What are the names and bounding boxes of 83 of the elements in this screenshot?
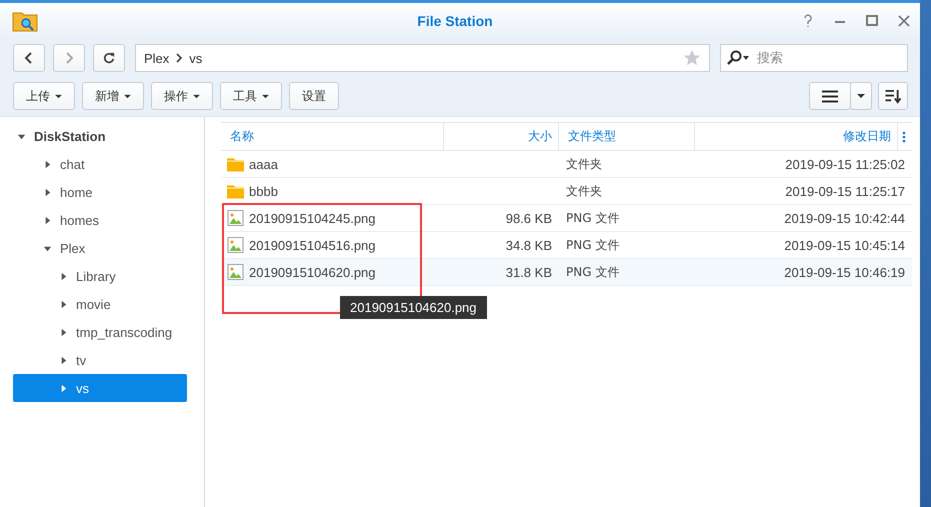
file-size: 34.8 KB <box>506 238 552 252</box>
view-dropdown-button[interactable] <box>850 82 872 110</box>
column-header[interactable]: 文件类型 <box>559 123 695 150</box>
file-type: 文件夹 <box>566 182 602 200</box>
expand-icon[interactable] <box>59 272 68 280</box>
tree-item[interactable]: tv <box>13 346 187 374</box>
folder-search-icon <box>12 10 38 32</box>
modified-date: 2019-09-15 10:45:14 <box>784 238 905 252</box>
caret-icon <box>193 94 200 98</box>
file-row[interactable]: bbbb 文件夹 2019-09-15 11:25:17 <box>221 178 912 205</box>
file-size: 98.6 KB <box>506 210 552 226</box>
refresh-icon <box>103 51 115 65</box>
expand-icon[interactable] <box>43 188 52 196</box>
folder-icon <box>227 183 244 199</box>
tree-item[interactable]: movie <box>13 290 187 318</box>
path-bar[interactable]: Plex vs <box>135 44 710 72</box>
tree-item[interactable]: Plex <box>13 234 187 262</box>
modified-date: 2019-09-15 10:46:19 <box>784 264 905 280</box>
file-name[interactable]: 20190915104516.png <box>249 238 376 252</box>
star-icon[interactable] <box>683 49 701 67</box>
modified-date: 2019-09-15 11:25:02 <box>785 156 905 172</box>
list-icon <box>821 88 839 104</box>
tooltip: 20190915104620.png <box>340 296 487 319</box>
modified-date: 2019-09-15 10:42:44 <box>784 210 905 226</box>
toolbar-button[interactable]: 新增 <box>82 82 144 110</box>
column-header[interactable]: 名称 <box>221 123 444 150</box>
path-crumb[interactable]: vs <box>189 50 202 66</box>
folder-icon <box>227 156 244 172</box>
expand-icon[interactable] <box>43 216 52 224</box>
expand-icon[interactable] <box>59 384 68 392</box>
expand-icon[interactable] <box>59 356 68 364</box>
modified-date: 2019-09-15 11:25:17 <box>785 184 905 198</box>
caret-icon <box>124 94 131 98</box>
sort-button[interactable] <box>878 82 908 110</box>
column-header[interactable]: 大小 <box>444 123 559 150</box>
tree-item[interactable]: Library <box>13 262 187 290</box>
file-row[interactable]: aaaa 文件夹 2019-09-15 11:25:02 <box>221 151 912 178</box>
caret-icon <box>55 94 62 98</box>
expand-icon[interactable] <box>43 160 52 168</box>
toolbar-button[interactable]: 工具 <box>220 82 282 110</box>
refresh-button[interactable] <box>93 44 125 72</box>
file-name[interactable]: 20190915104245.png <box>249 210 376 226</box>
sort-icon <box>884 88 902 104</box>
toolbar-button[interactable]: 上传 <box>13 82 75 110</box>
expand-icon[interactable] <box>59 300 68 308</box>
image-file-icon <box>227 237 244 253</box>
file-type: 文件夹 <box>566 156 602 172</box>
column-menu-icon[interactable] <box>902 130 906 142</box>
list-view-button[interactable] <box>809 82 851 110</box>
tree-item[interactable]: chat <box>13 150 187 178</box>
caret-icon <box>262 94 269 98</box>
file-row[interactable]: 20190915104245.png 98.6 KB PNG 文件 2019-09-15 10:42:44 <box>221 205 912 232</box>
collapse-icon[interactable] <box>43 244 52 252</box>
file-type: PNG 文件 <box>566 210 620 226</box>
selected-tree-item[interactable]: vs <box>13 374 187 402</box>
image-file-icon <box>227 210 244 226</box>
help-icon[interactable] <box>802 14 814 28</box>
collapse-icon[interactable] <box>17 132 26 140</box>
file-type: PNG 文件 <box>566 264 620 280</box>
column-header[interactable]: 修改日期 <box>695 123 898 150</box>
close-icon[interactable] <box>898 14 910 28</box>
window-title: File Station <box>416 12 493 28</box>
hovered-file-row[interactable]: 20190915104620.png 31.8 KB PNG 文件 2019-09-15 10:46:19 <box>221 259 912 286</box>
maximize-icon[interactable] <box>866 14 878 28</box>
image-file-icon <box>227 264 244 280</box>
file-name[interactable]: bbbb <box>249 184 278 198</box>
file-name[interactable]: 20190915104620.png <box>249 264 376 280</box>
tree-item[interactable]: DiskStation <box>13 122 187 150</box>
file-name[interactable]: aaaa <box>249 156 278 172</box>
search-field[interactable]: 搜索 <box>720 44 908 72</box>
expand-icon[interactable] <box>59 328 68 336</box>
toolbar-button[interactable]: 设置 <box>289 82 339 110</box>
chevron-icon <box>175 52 184 64</box>
file-type: PNG 文件 <box>566 236 620 254</box>
search-icon[interactable] <box>726 50 750 66</box>
tree-item[interactable]: home <box>13 178 187 206</box>
tree-item[interactable]: homes <box>13 206 187 234</box>
file-size: 31.8 KB <box>506 264 552 280</box>
path-crumb[interactable]: Plex <box>144 50 170 66</box>
tree-item[interactable]: tmp_transcoding <box>13 318 187 346</box>
toolbar-button[interactable]: 操作 <box>151 82 213 110</box>
caret-icon <box>857 93 865 99</box>
back-button[interactable] <box>13 44 45 72</box>
